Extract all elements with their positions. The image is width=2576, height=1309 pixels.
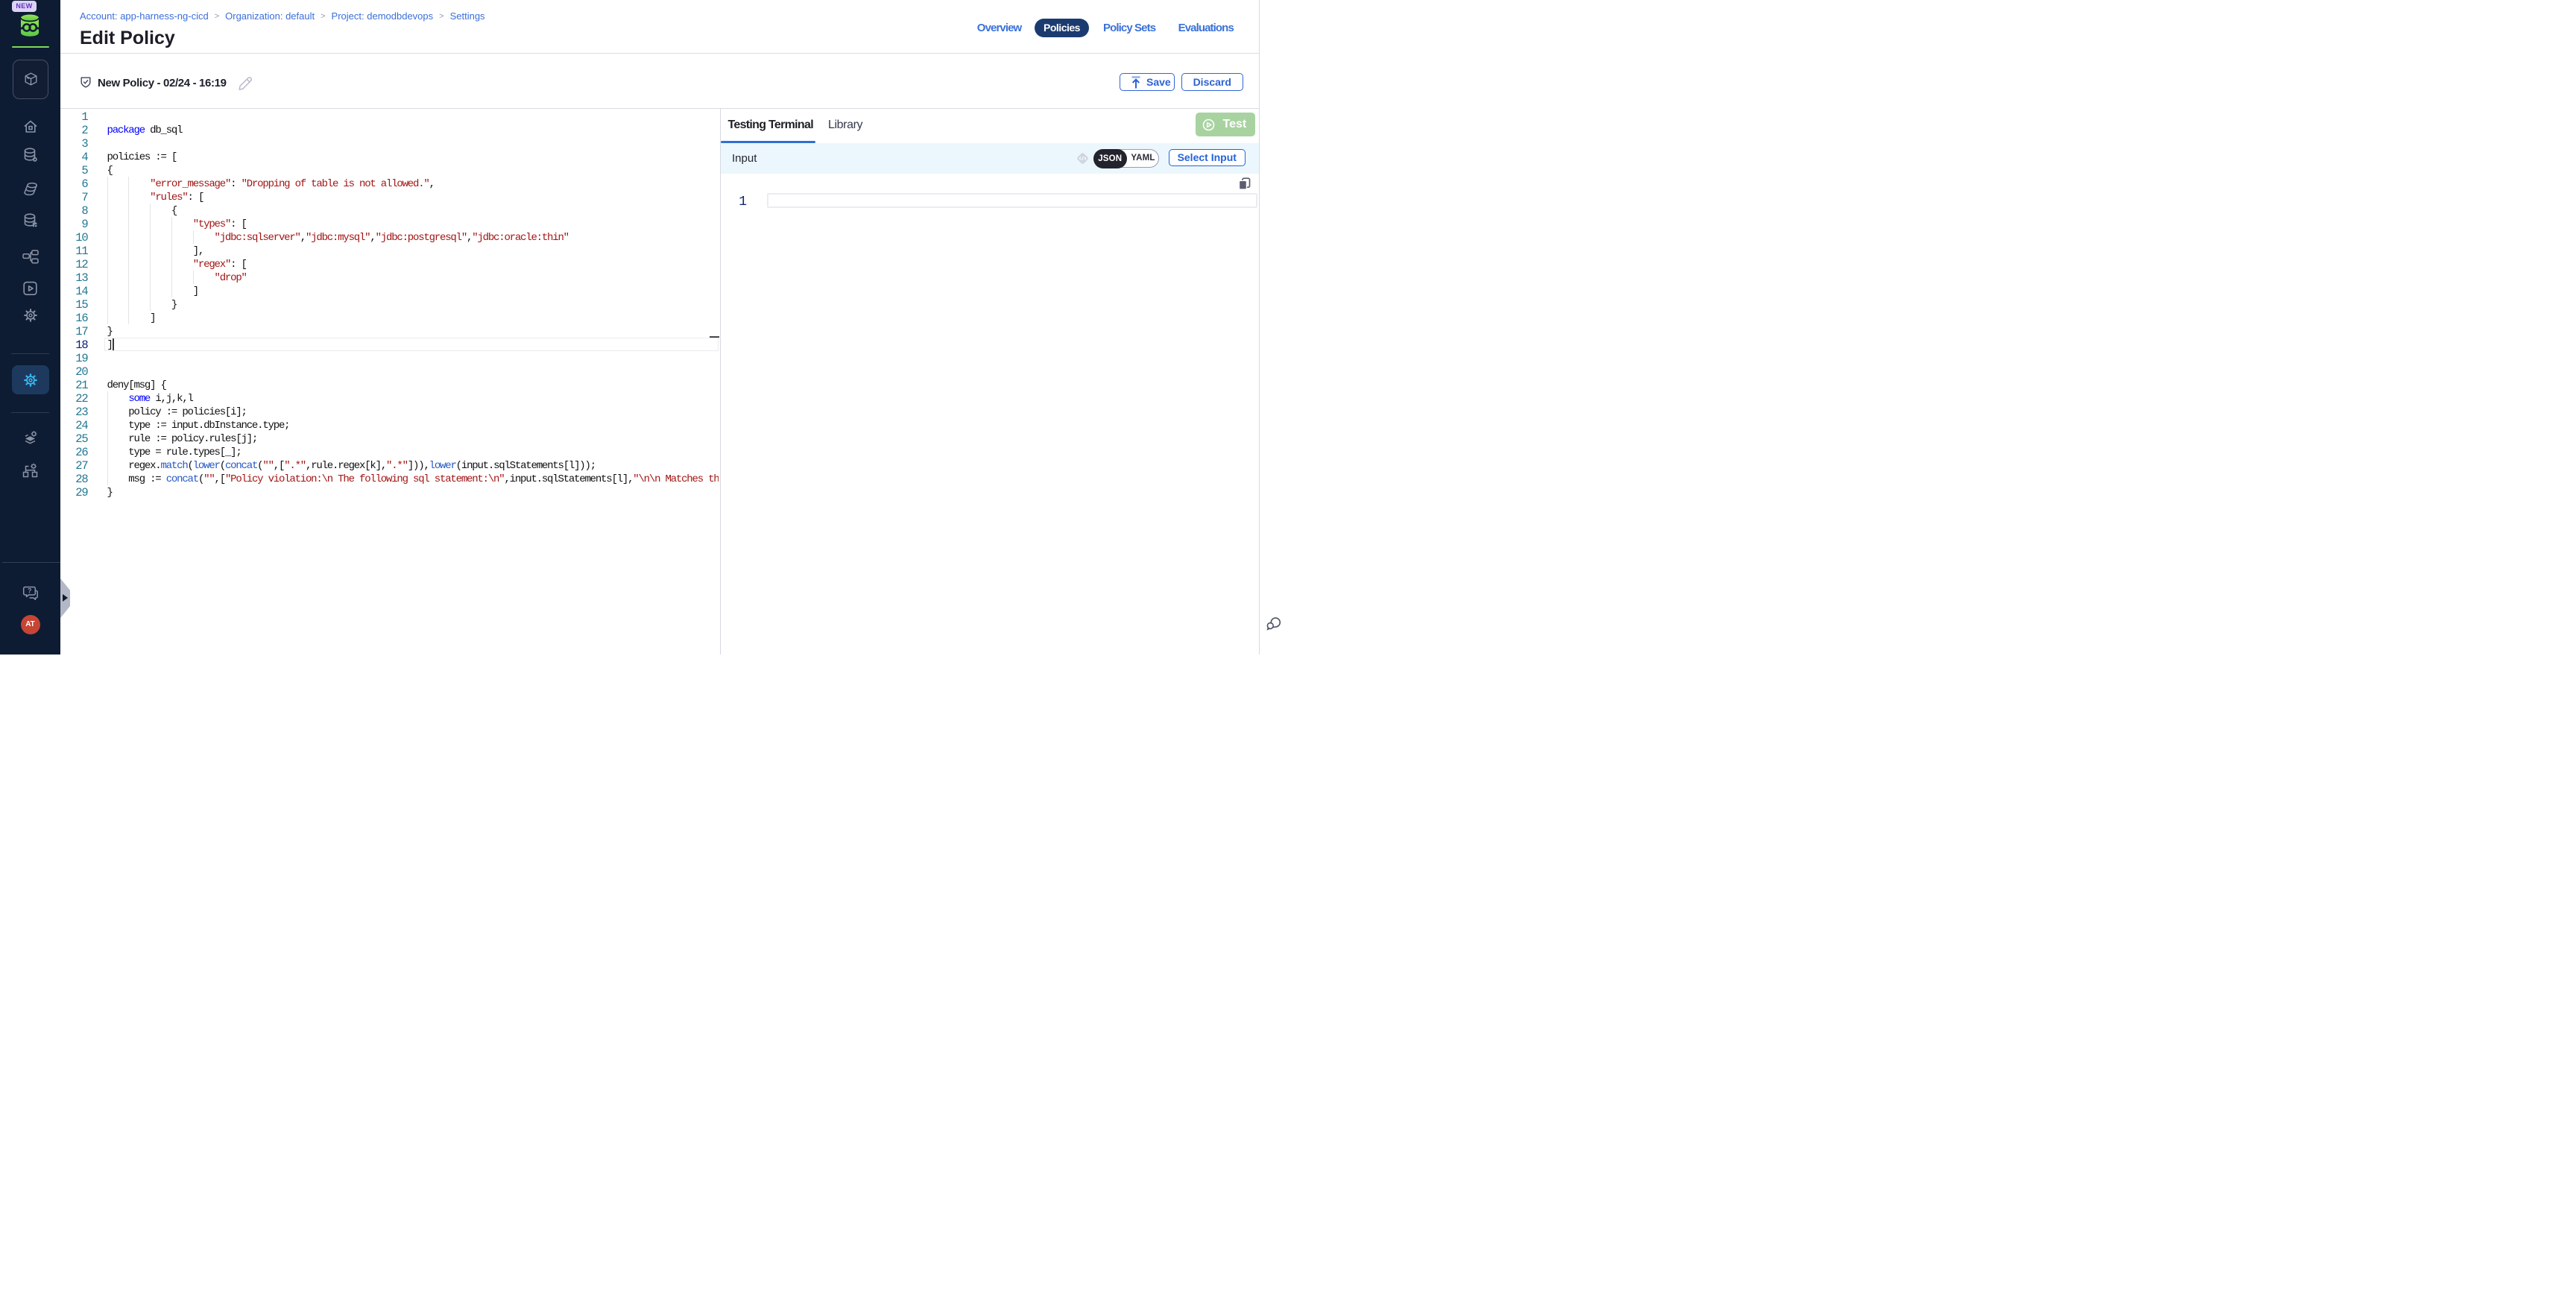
svg-text:?: ? [28,587,32,595]
